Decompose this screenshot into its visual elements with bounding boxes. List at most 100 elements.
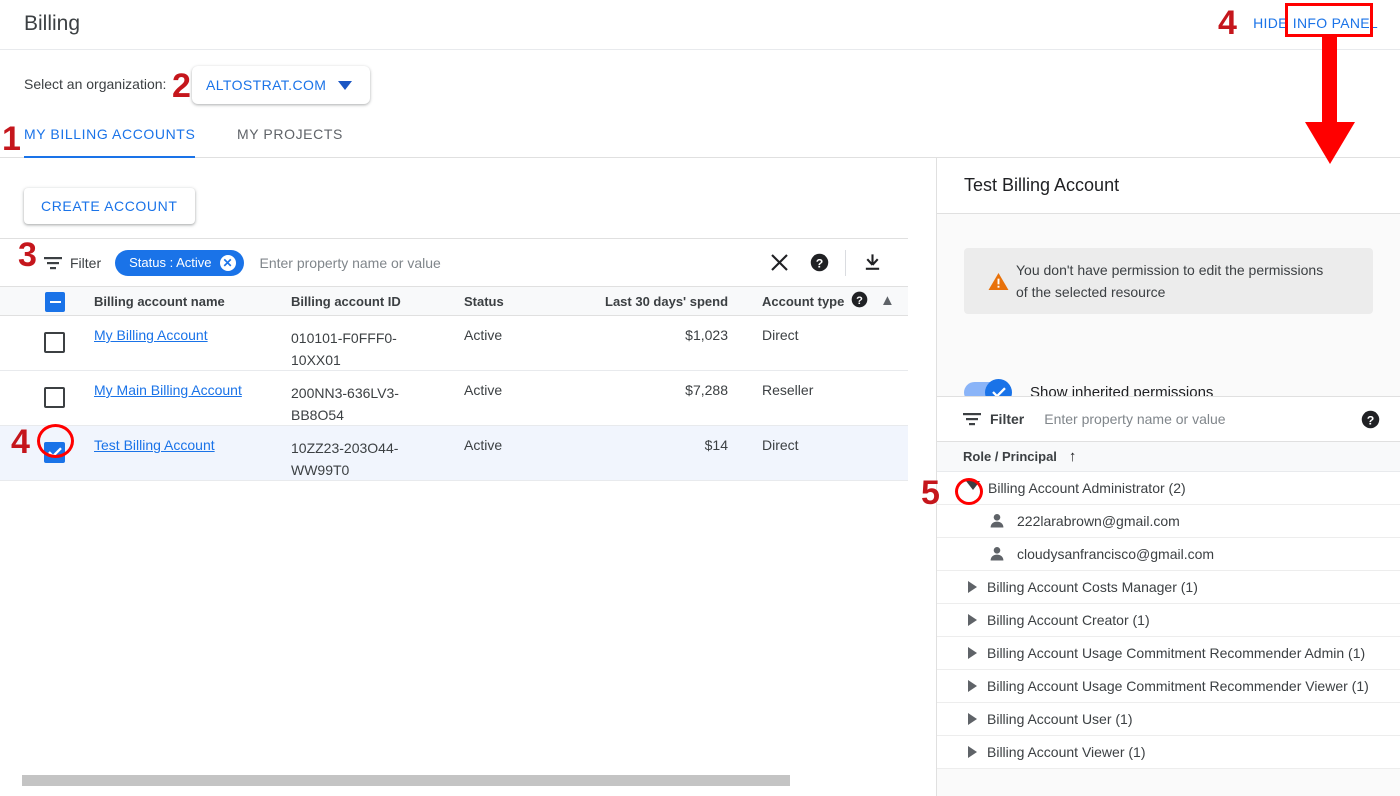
panel-filter-input[interactable]: Enter property name or value bbox=[1044, 411, 1225, 427]
table-header-row: Billing account name Billing account ID … bbox=[0, 286, 908, 316]
chevron-right-icon[interactable] bbox=[968, 647, 977, 659]
download-icon[interactable] bbox=[852, 243, 892, 283]
create-account-button[interactable]: CREATE ACCOUNT bbox=[24, 188, 195, 224]
role-row-billing-account-costs-manager[interactable]: Billing Account Costs Manager (1) bbox=[937, 571, 1400, 604]
hide-label: HIDE bbox=[1253, 15, 1288, 31]
table-row[interactable]: My Billing Account 010101-F0FFF0- 10XX01… bbox=[0, 316, 908, 371]
principal-email: 222larabrown@gmail.com bbox=[1017, 513, 1180, 529]
billing-account-id-line1: 200NN3-636LV3- bbox=[291, 385, 399, 401]
chip-remove-icon[interactable]: ✕ bbox=[220, 255, 236, 271]
chevron-right-icon[interactable] bbox=[968, 713, 977, 725]
annotation-number-1: 1 bbox=[2, 122, 21, 156]
roles-column-header[interactable]: Role / Principal ↑ bbox=[937, 442, 1400, 472]
role-row-usage-commitment-recommender-admin[interactable]: Billing Account Usage Commitment Recomme… bbox=[937, 637, 1400, 670]
help-icon[interactable]: ? bbox=[799, 243, 839, 283]
organization-dropdown[interactable]: ALTOSTRAT.COM bbox=[192, 66, 370, 104]
table-row[interactable]: My Main Billing Account 200NN3-636LV3- B… bbox=[0, 371, 908, 426]
tab-label: MY PROJECTS bbox=[237, 126, 343, 142]
account-type-cell: Reseller bbox=[762, 382, 813, 398]
horizontal-scrollbar[interactable] bbox=[22, 775, 790, 786]
filter-bar: Filter Status : Active ✕ Enter property … bbox=[0, 238, 908, 286]
tab-my-billing-accounts[interactable]: MY BILLING ACCOUNTS bbox=[24, 126, 195, 158]
filter-actions: ? bbox=[759, 243, 892, 283]
column-header-name[interactable]: Billing account name bbox=[94, 294, 225, 309]
sort-ascending-icon[interactable]: ↑ bbox=[1069, 448, 1077, 465]
status-cell: Active bbox=[464, 437, 502, 453]
billing-account-id: 010101-F0FFF0- 10XX01 bbox=[291, 327, 411, 371]
filter-icon[interactable] bbox=[44, 256, 62, 270]
close-icon[interactable] bbox=[759, 243, 799, 283]
row-checkbox[interactable] bbox=[44, 332, 65, 353]
billing-account-name-link[interactable]: My Billing Account bbox=[94, 327, 208, 343]
billing-account-id-line2: WW99T0 bbox=[291, 462, 349, 478]
role-row-billing-account-creator[interactable]: Billing Account Creator (1) bbox=[937, 604, 1400, 637]
create-account-label: CREATE ACCOUNT bbox=[41, 198, 178, 214]
info-panel-title: Test Billing Account bbox=[937, 158, 1400, 214]
role-row-billing-account-viewer[interactable]: Billing Account Viewer (1) bbox=[937, 736, 1400, 769]
spend-cell: $1,023 bbox=[605, 327, 728, 343]
annotation-arrow-head bbox=[1305, 122, 1355, 164]
organization-label: Select an organization: bbox=[24, 76, 166, 92]
account-type-cell: Direct bbox=[762, 437, 799, 453]
person-icon bbox=[989, 546, 1005, 562]
column-header-spend[interactable]: Last 30 days' spend bbox=[605, 294, 728, 309]
svg-text:?: ? bbox=[856, 295, 863, 307]
role-label: Billing Account Costs Manager (1) bbox=[987, 579, 1198, 595]
filter-input[interactable]: Enter property name or value bbox=[260, 255, 760, 271]
principal-row[interactable]: 222larabrown@gmail.com bbox=[937, 505, 1400, 538]
filter-icon[interactable] bbox=[963, 412, 981, 426]
column-header-account-type[interactable]: Account type bbox=[762, 294, 844, 309]
info-panel: Test Billing Account You don't have perm… bbox=[936, 158, 1400, 796]
toolbar-divider bbox=[845, 250, 846, 276]
annotation-box-info-panel bbox=[1285, 3, 1373, 37]
annotation-number-5: 5 bbox=[921, 476, 940, 510]
select-all-checkbox[interactable] bbox=[45, 292, 65, 312]
annotation-number-4-panel: 4 bbox=[1218, 6, 1237, 40]
tab-bar: MY BILLING ACCOUNTS MY PROJECTS bbox=[0, 120, 1400, 158]
help-icon[interactable]: ? bbox=[1361, 410, 1380, 434]
table-row[interactable]: Test Billing Account 10ZZ23-203O44- WW99… bbox=[0, 426, 908, 481]
column-header-id[interactable]: Billing account ID bbox=[291, 294, 401, 309]
warning-icon bbox=[988, 272, 1009, 296]
info-panel-body: You don't have permission to edit the pe… bbox=[937, 214, 1400, 396]
spend-cell: $14 bbox=[605, 437, 728, 453]
billing-account-name-link[interactable]: Test Billing Account bbox=[94, 437, 215, 453]
tab-my-projects[interactable]: MY PROJECTS bbox=[237, 126, 343, 158]
role-row-usage-commitment-recommender-viewer[interactable]: Billing Account Usage Commitment Recomme… bbox=[937, 670, 1400, 703]
billing-account-id-line2: 10XX01 bbox=[291, 352, 341, 368]
billing-accounts-table: Billing account name Billing account ID … bbox=[0, 286, 908, 481]
top-header-bar: Billing HIDEINFO PANEL bbox=[0, 0, 1400, 50]
principal-row[interactable]: cloudysanfrancisco@gmail.com bbox=[937, 538, 1400, 571]
organization-value: ALTOSTRAT.COM bbox=[206, 77, 326, 93]
chevron-right-icon[interactable] bbox=[968, 614, 977, 626]
svg-text:?: ? bbox=[1367, 413, 1375, 427]
account-type-help-icon[interactable]: ? bbox=[851, 291, 868, 311]
column-header-truncated: ▲ bbox=[880, 292, 895, 309]
chevron-right-icon[interactable] bbox=[968, 680, 977, 692]
role-label: Billing Account Usage Commitment Recomme… bbox=[987, 678, 1369, 694]
billing-account-id-line1: 010101-F0FFF0- bbox=[291, 330, 397, 346]
row-checkbox[interactable] bbox=[44, 387, 65, 408]
status-cell: Active bbox=[464, 382, 502, 398]
principal-email: cloudysanfrancisco@gmail.com bbox=[1017, 546, 1214, 562]
page-title: Billing bbox=[24, 12, 80, 36]
filter-chip-status-active[interactable]: Status : Active ✕ bbox=[115, 250, 243, 276]
permission-warning-text: You don't have permission to edit the pe… bbox=[1016, 259, 1326, 303]
chevron-right-icon[interactable] bbox=[968, 746, 977, 758]
roles-column-label: Role / Principal bbox=[963, 449, 1057, 464]
billing-account-id-line2: BB8O54 bbox=[291, 407, 344, 423]
role-row-billing-account-administrator[interactable]: Billing Account Administrator (2) bbox=[937, 472, 1400, 505]
role-label: Billing Account Creator (1) bbox=[987, 612, 1150, 628]
tab-label: MY BILLING ACCOUNTS bbox=[24, 126, 195, 142]
spend-cell: $7,288 bbox=[605, 382, 728, 398]
chevron-down-icon bbox=[338, 81, 352, 90]
column-header-status[interactable]: Status bbox=[464, 294, 504, 309]
account-type-cell: Direct bbox=[762, 327, 799, 343]
chevron-right-icon[interactable] bbox=[968, 581, 977, 593]
billing-account-id: 10ZZ23-203O44- WW99T0 bbox=[291, 437, 411, 481]
billing-account-name-link[interactable]: My Main Billing Account bbox=[94, 382, 242, 398]
billing-accounts-panel: CREATE ACCOUNT Filter Status : Active ✕ … bbox=[0, 158, 936, 796]
role-row-billing-account-user[interactable]: Billing Account User (1) bbox=[937, 703, 1400, 736]
annotation-number-2: 2 bbox=[172, 69, 191, 103]
role-label: Billing Account Administrator (2) bbox=[988, 480, 1186, 496]
